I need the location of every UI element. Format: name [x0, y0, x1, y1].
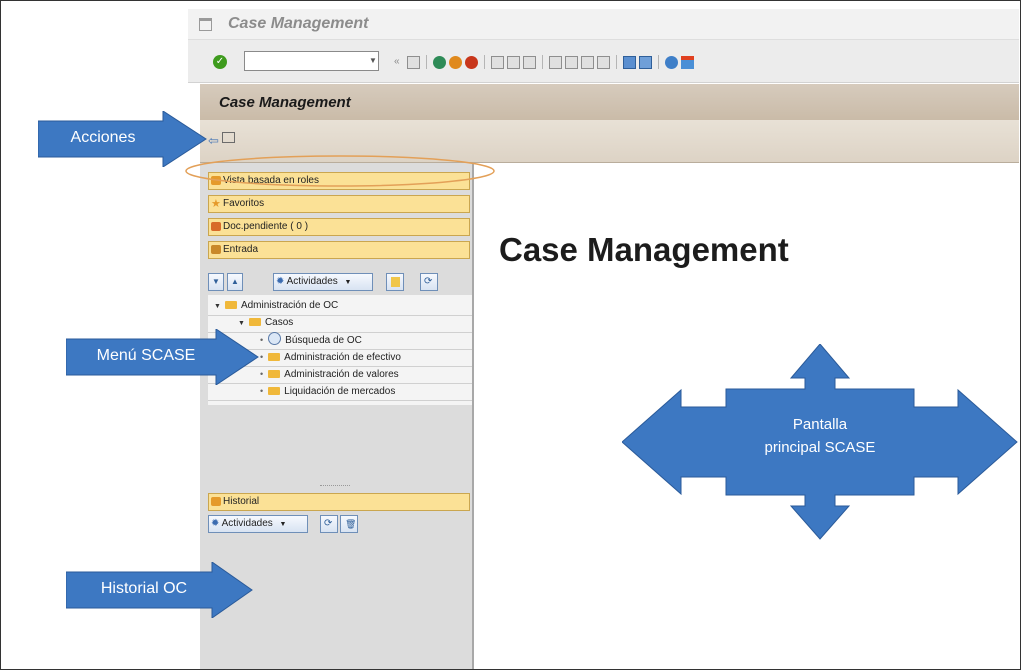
folder-icon	[268, 387, 281, 395]
callout-menu-label: Menú SCASE	[96, 347, 196, 364]
gear-icon: ✹	[211, 518, 220, 529]
tree-node-label: Administración de efectivo	[284, 352, 401, 363]
toolbar-icons: «	[394, 53, 694, 71]
delete-historial-button[interactable]: 🗑	[340, 515, 358, 533]
back-arrow-icon[interactable]: ⇦	[208, 133, 219, 149]
toolbar-separator	[426, 55, 427, 69]
back-icon[interactable]	[433, 55, 446, 69]
bullet-icon: •	[260, 335, 264, 345]
pantalla-label-line1: Pantalla	[792, 416, 848, 433]
nav-pendiente-label: Doc.pendiente ( 0 )	[223, 221, 309, 232]
application-title-bar: Case Management	[200, 84, 1019, 120]
inbox-icon	[211, 245, 221, 254]
chevron-down-icon: ▼	[279, 521, 287, 528]
history-arrows-icon[interactable]: «	[394, 56, 404, 69]
bullet-icon: •	[260, 352, 264, 362]
tree-node-label: Administración de OC	[240, 300, 339, 311]
layout-icon[interactable]	[222, 132, 235, 143]
nav-favoritos[interactable]: ★ Favoritos	[208, 195, 470, 213]
highlight-ellipse	[185, 155, 495, 187]
splitter-handle[interactable]	[320, 485, 350, 489]
folder-icon	[224, 301, 237, 309]
toolbar-separator	[542, 55, 543, 69]
save-icon[interactable]	[407, 55, 420, 69]
next-page-icon[interactable]	[581, 55, 594, 69]
star-icon: ★	[211, 198, 221, 210]
tree-node-busqueda[interactable]: • Búsqueda de OC	[260, 332, 362, 348]
nav-entrada[interactable]: Entrada	[208, 241, 470, 259]
last-page-icon[interactable]	[597, 55, 610, 69]
chevron-down-icon[interactable]: ▼	[366, 51, 380, 71]
expanded-triangle-icon[interactable]: ▼	[214, 303, 221, 310]
shortcut-icon[interactable]	[639, 55, 652, 69]
customize-layout-icon[interactable]	[681, 55, 694, 69]
callout-historial: Historial OC	[66, 562, 254, 618]
find-icon[interactable]	[507, 55, 520, 69]
help-icon[interactable]	[665, 55, 678, 69]
folder-icon	[268, 353, 281, 361]
nav-entrada-label: Entrada	[223, 244, 259, 255]
actividades-label: Actividades	[286, 276, 338, 287]
tree-node-label: Administración de valores	[284, 369, 399, 380]
previous-page-icon[interactable]	[565, 55, 578, 69]
callout-menu: Menú SCASE	[66, 329, 260, 385]
tree-node-label: Liquidación de mercados	[284, 386, 396, 397]
row-divider	[208, 400, 472, 401]
first-page-icon[interactable]	[549, 55, 562, 69]
page-title: Case Management	[219, 94, 351, 111]
bullet-icon: •	[260, 369, 264, 379]
pantalla-label-line2: principal SCASE	[764, 439, 876, 456]
command-field[interactable]	[244, 51, 379, 71]
bullet-icon: •	[260, 386, 264, 396]
print-icon[interactable]	[491, 55, 504, 69]
nav-favoritos-label: Favoritos	[223, 198, 265, 209]
refresh-historial-button[interactable]: ⟳	[320, 515, 338, 533]
folder-icon	[248, 318, 261, 326]
expanded-triangle-icon[interactable]: ▼	[238, 320, 245, 327]
sap-window: Case Management ✓ ▼ « Case Management ⇦	[188, 9, 1019, 669]
title-bar: Case Management	[188, 9, 1019, 40]
nav-doc-pendiente[interactable]: Doc.pendiente ( 0 )	[208, 218, 470, 236]
nav-historial-label: Historial	[223, 496, 260, 507]
chevron-down-icon: ▼	[344, 279, 352, 286]
pending-icon	[211, 222, 221, 231]
folder-icon	[268, 370, 281, 378]
collapse-all-button[interactable]: ▲	[227, 273, 243, 291]
toolbar-separator	[616, 55, 617, 69]
actividades-dropdown-historial[interactable]: ✹ Actividades ▼	[208, 515, 308, 533]
window-menu-icon[interactable]	[199, 18, 212, 31]
tree-node-efectivo[interactable]: • Administración de efectivo	[260, 349, 401, 365]
find-next-icon[interactable]	[523, 55, 536, 69]
history-icon	[211, 497, 221, 506]
new-session-icon[interactable]	[623, 55, 636, 69]
exit-icon[interactable]	[449, 55, 462, 69]
expand-all-button[interactable]: ▼	[208, 273, 224, 291]
refresh-button[interactable]: ⟳	[420, 273, 438, 291]
toolbar-separator	[484, 55, 485, 69]
tree-node-label: Búsqueda de OC	[285, 335, 362, 346]
main-heading: Case Management	[499, 231, 789, 268]
actividades-label: Actividades	[221, 518, 273, 529]
actividades-dropdown[interactable]: ✹ Actividades ▼	[273, 273, 373, 291]
enter-check-icon[interactable]: ✓	[213, 55, 227, 69]
tree-node-liquidacion[interactable]: • Liquidación de mercados	[260, 383, 395, 399]
notes-button[interactable]	[386, 273, 404, 291]
window-title: Case Management	[228, 15, 369, 32]
callout-historial-label: Historial OC	[100, 580, 188, 597]
search-icon	[268, 332, 282, 345]
tree-node-valores[interactable]: • Administración de valores	[260, 366, 399, 382]
gear-icon: ✹	[276, 276, 285, 287]
nav-historial[interactable]: Historial	[208, 493, 470, 511]
callout-acciones: Acciones	[38, 111, 208, 167]
callout-acciones-label: Acciones	[70, 129, 136, 146]
tree-node-admin-oc[interactable]: ▼ Administración de OC	[214, 298, 338, 314]
tree-node-label: Casos	[264, 317, 294, 328]
toolbar-separator	[658, 55, 659, 69]
cancel-icon[interactable]	[465, 55, 478, 69]
